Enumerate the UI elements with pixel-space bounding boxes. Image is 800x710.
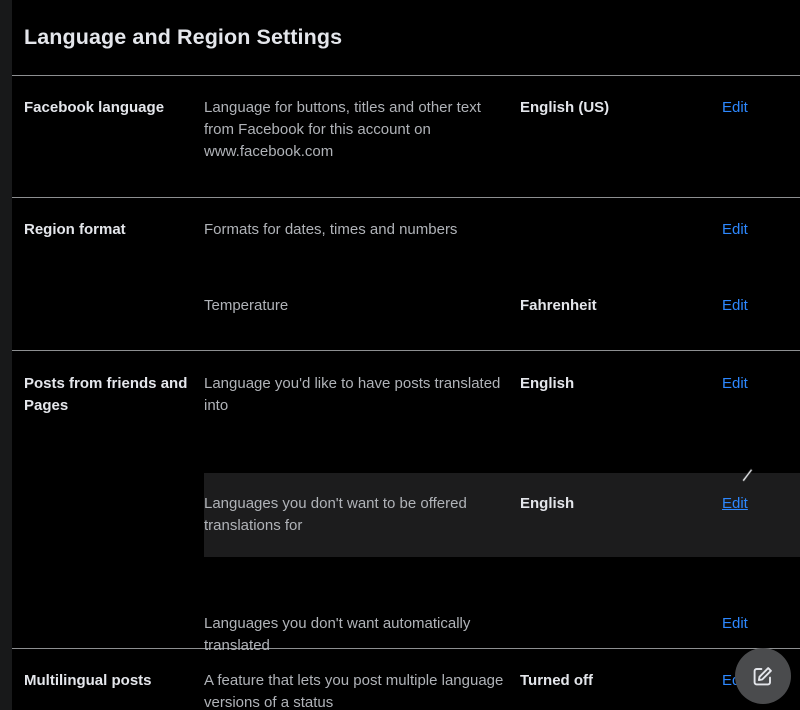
- section-region-format: Region format Formats for dates, times a…: [12, 198, 800, 350]
- compose-edit-icon: [751, 664, 775, 688]
- settings-row: Multilingual posts A feature that lets y…: [12, 670, 800, 710]
- row-description: A feature that lets you post multiple la…: [204, 670, 520, 710]
- row-description: Temperature: [204, 295, 520, 317]
- row-label: Facebook language: [12, 97, 204, 119]
- row-description: Language for buttons, titles and other t…: [204, 97, 520, 163]
- settings-row: Posts from friends and Pages Language yo…: [12, 373, 800, 417]
- settings-row-hovered: Languages you don't want to be offered t…: [12, 493, 800, 537]
- row-value: English: [520, 373, 722, 395]
- settings-panel: Language and Region Settings Facebook la…: [12, 0, 800, 710]
- row-label: Posts from friends and Pages: [12, 373, 204, 417]
- settings-row: Temperature Fahrenheit Edit: [12, 295, 800, 317]
- row-value: Turned off: [520, 670, 722, 692]
- row-value: Fahrenheit: [520, 295, 722, 317]
- section-facebook-language: Facebook language Language for buttons, …: [12, 76, 800, 197]
- settings-row: Region format Formats for dates, times a…: [12, 219, 800, 241]
- edit-link[interactable]: Edit: [722, 493, 800, 515]
- row-label: Multilingual posts: [12, 670, 204, 692]
- compose-fab-button[interactable]: [735, 648, 791, 704]
- page-header: Language and Region Settings: [12, 0, 800, 75]
- settings-page: Language and Region Settings Facebook la…: [0, 0, 800, 710]
- edit-link[interactable]: Edit: [722, 97, 800, 119]
- row-description: Formats for dates, times and numbers: [204, 219, 520, 241]
- row-description: Language you'd like to have posts transl…: [204, 373, 520, 417]
- row-description: Languages you don't want to be offered t…: [204, 493, 520, 537]
- edit-link[interactable]: Edit: [722, 373, 800, 395]
- edit-link[interactable]: Edit: [722, 295, 800, 317]
- settings-row: Facebook language Language for buttons, …: [12, 97, 800, 163]
- edit-link[interactable]: Edit: [722, 613, 800, 635]
- section-multilingual-posts: Multilingual posts A feature that lets y…: [12, 649, 800, 710]
- edit-link[interactable]: Edit: [722, 219, 800, 241]
- left-gutter: [0, 0, 12, 710]
- row-label: Region format: [12, 219, 204, 241]
- row-value: English: [520, 493, 722, 515]
- section-posts-from-friends-and-pages: Posts from friends and Pages Language yo…: [12, 351, 800, 648]
- page-title: Language and Region Settings: [24, 25, 342, 50]
- row-value: English (US): [520, 97, 722, 119]
